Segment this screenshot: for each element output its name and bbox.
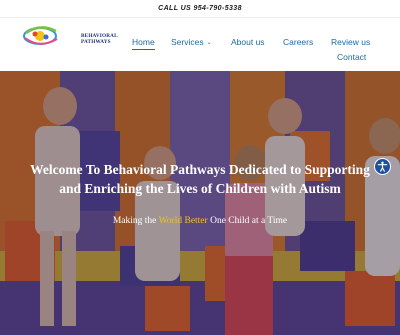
logo-text: BEHAVIORAL PATHWAYS [81, 33, 118, 45]
site-header: BEHAVIORAL PATHWAYS Home Services ⌄ About… [0, 17, 400, 71]
nav-reviews[interactable]: Review us [331, 37, 370, 47]
logo[interactable]: BEHAVIORAL PATHWAYS [22, 23, 118, 53]
hero-title: Welcome To Behavioral Pathways Dedicated… [10, 160, 390, 198]
hero-subtitle-part1: Making the [112, 216, 159, 226]
nav-services-label: Services [171, 37, 204, 47]
top-contact-bar: CALL US 954-790-5338 [0, 0, 400, 17]
hero-title-line2: and Enriching the Lives of Children with… [59, 181, 341, 196]
nav-home[interactable]: Home [132, 37, 155, 50]
accessibility-icon [377, 161, 388, 172]
nav-contact[interactable]: Contact [337, 52, 366, 62]
accessibility-button[interactable] [374, 158, 391, 175]
hero-title-line1: Welcome To Behavioral Pathways Dedicated… [30, 162, 370, 177]
hero-banner: Welcome To Behavioral Pathways Dedicated… [0, 71, 400, 335]
hero-subtitle-part2: One Child at a Time [207, 216, 288, 226]
logo-line2: PATHWAYS [81, 39, 111, 45]
nav-careers[interactable]: Careers [283, 37, 313, 47]
phone-number[interactable]: CALL US 954-790-5338 [158, 5, 242, 12]
logo-mark-icon [23, 26, 58, 45]
hero-overlay [0, 71, 400, 335]
chevron-down-icon: ⌄ [206, 40, 212, 46]
nav-about[interactable]: About us [231, 37, 265, 47]
hero-subtitle: Making the World Better One Child at a T… [0, 216, 400, 226]
nav-services[interactable]: Services ⌄ [171, 37, 212, 47]
hero-subtitle-highlight: World Better [158, 216, 208, 226]
